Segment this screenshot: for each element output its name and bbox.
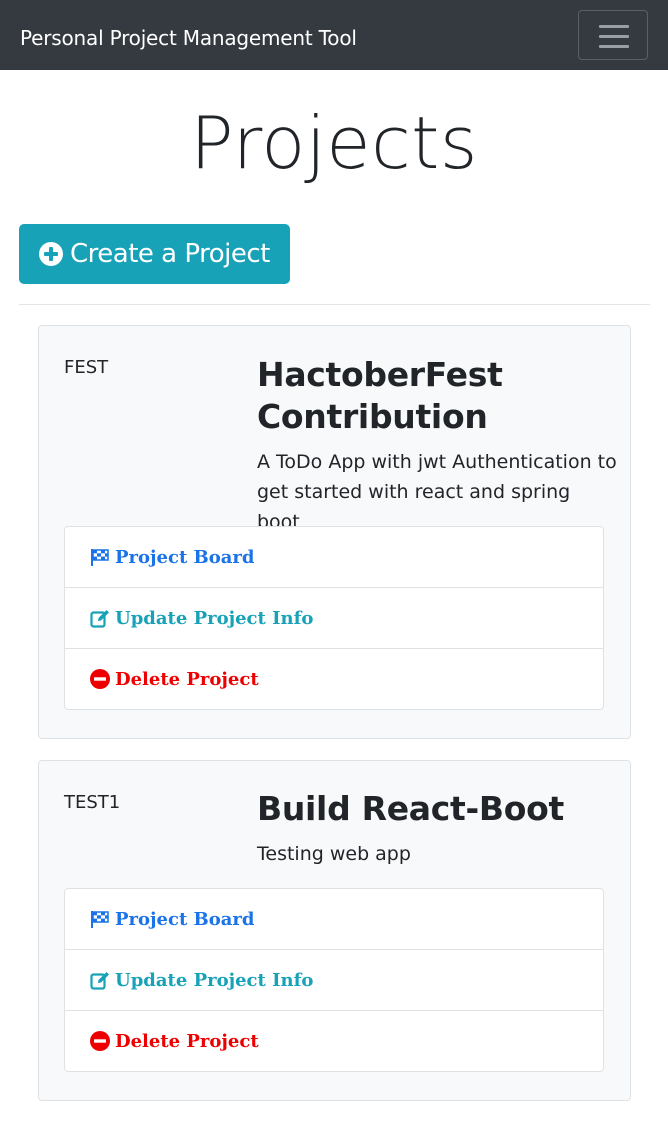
- project-actions: Project Board Update Project Info Delete…: [64, 526, 604, 710]
- checkered-flag-icon: [91, 911, 109, 928]
- plus-circle-icon: [39, 242, 63, 266]
- project-board-label: Project Board: [115, 547, 255, 568]
- delete-project-label: Delete Project: [115, 669, 259, 690]
- checkered-flag-icon: [91, 549, 109, 566]
- navbar-toggler-button[interactable]: [578, 10, 648, 60]
- project-board-link[interactable]: Project Board: [64, 888, 604, 950]
- edit-icon: [90, 972, 109, 990]
- page-title: Projects: [190, 101, 478, 185]
- project-board-link[interactable]: Project Board: [64, 526, 604, 588]
- project-identifier: FEST: [64, 357, 109, 378]
- project-name: HactoberFest Contribution: [257, 355, 503, 436]
- project-description: A ToDo App with jwt Authentication to ge…: [257, 451, 617, 533]
- update-project-link[interactable]: Update Project Info: [64, 587, 604, 649]
- project-board-label: Project Board: [115, 909, 255, 930]
- edit-icon: [90, 610, 109, 628]
- project-actions: Project Board Update Project Info Delete…: [64, 888, 604, 1072]
- project-name: Build React-Boot: [257, 789, 564, 828]
- update-project-label: Update Project Info: [115, 970, 314, 991]
- delete-project-label: Delete Project: [115, 1031, 259, 1052]
- project-identifier: TEST1: [64, 792, 121, 813]
- create-project-button[interactable]: Create a Project: [19, 224, 290, 284]
- navbar: Personal Project Management Tool: [0, 0, 668, 70]
- create-project-label: Create a Project: [70, 239, 270, 269]
- update-project-label: Update Project Info: [115, 608, 314, 629]
- minus-circle-icon: [90, 1031, 110, 1051]
- project-card: TEST1 Build React-Boot Testing web app P…: [38, 760, 631, 1101]
- project-card: FEST HactoberFest Contribution A ToDo Ap…: [38, 325, 631, 739]
- project-description: Testing web app: [257, 843, 411, 865]
- navbar-brand[interactable]: Personal Project Management Tool: [20, 23, 357, 53]
- delete-project-link[interactable]: Delete Project: [64, 1010, 604, 1072]
- minus-circle-icon: [90, 669, 110, 689]
- delete-project-link[interactable]: Delete Project: [64, 648, 604, 710]
- divider: [19, 304, 650, 305]
- update-project-link[interactable]: Update Project Info: [64, 949, 604, 1011]
